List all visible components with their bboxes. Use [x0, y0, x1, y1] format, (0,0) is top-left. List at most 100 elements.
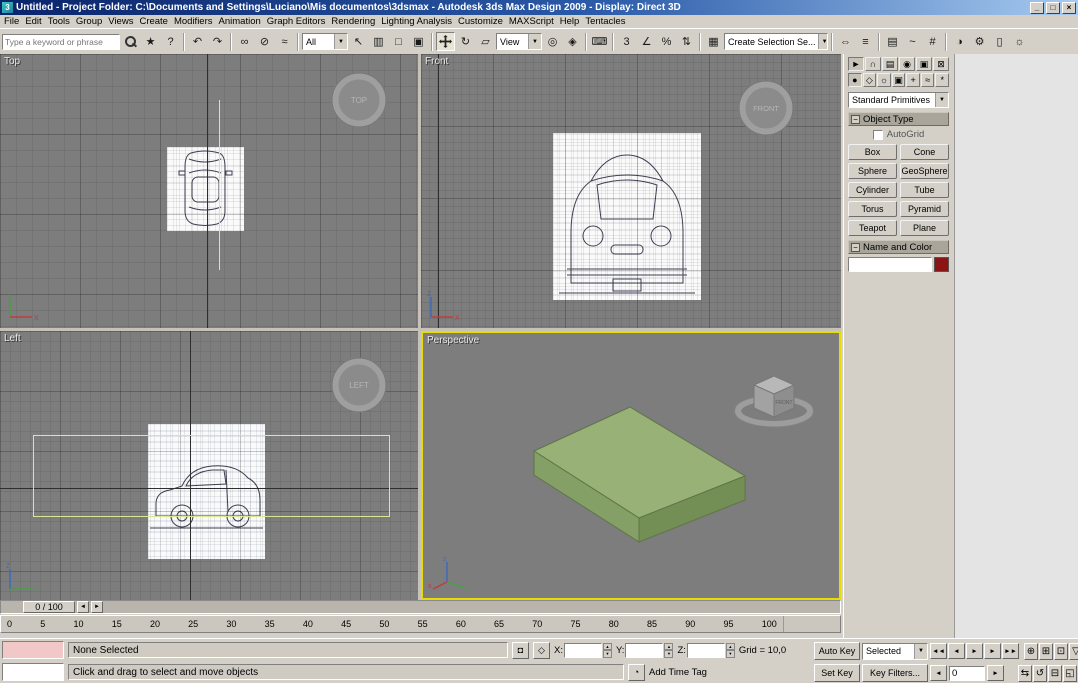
keyboard-override-icon[interactable]: ⌨	[590, 32, 609, 51]
track-bar[interactable]: 0 5 10 15 20 25 30 35 40 45 50 55 60 65 70 75 80 85 90 95 10…	[0, 615, 841, 633]
rendered-frame-icon[interactable]: ▯	[990, 32, 1009, 51]
maximize-button[interactable]: □	[1046, 1, 1060, 14]
primitives-dropdown[interactable]: Standard Primitives ▼	[848, 92, 949, 108]
current-frame-field[interactable]	[949, 665, 985, 681]
reference-coordinate-dropdown[interactable]: View ▼	[496, 33, 542, 50]
go-to-end-icon[interactable]: ►►	[1002, 643, 1019, 659]
viewcube-perspective[interactable]: FRONT	[731, 361, 817, 436]
primitive-button[interactable]: Pyramid	[900, 201, 949, 217]
select-by-name-icon[interactable]: ▥	[369, 32, 388, 51]
infocenter-search-input[interactable]	[2, 33, 120, 50]
viewcube-top[interactable]: TOP	[324, 72, 394, 135]
viewport-left[interactable]: Left LEFT Z Y	[0, 331, 418, 600]
minimize-button[interactable]: _	[1030, 1, 1044, 14]
z-coordinate-field[interactable]	[686, 642, 725, 658]
select-link-icon[interactable]: ∞	[235, 32, 254, 51]
arc-rotate-icon[interactable]: ↺	[1033, 664, 1047, 682]
selection-region-icon[interactable]: □	[389, 32, 408, 51]
zoom-extents-icon[interactable]: ⊡	[1054, 642, 1068, 660]
category-geometry-icon[interactable]: ●	[848, 73, 862, 87]
key-filters-button[interactable]: Key Filters...	[862, 664, 928, 682]
primitive-button[interactable]: Torus	[848, 201, 897, 217]
zoom-icon[interactable]: ⊕	[1024, 642, 1038, 660]
menu-item[interactable]: Group	[73, 16, 105, 27]
category-lights-icon[interactable]: ☼	[877, 73, 891, 87]
menu-item[interactable]: Tentacles	[582, 16, 628, 27]
select-move-icon[interactable]	[436, 32, 455, 51]
viewport-label-left[interactable]: Left	[4, 333, 21, 344]
menu-item[interactable]: Graph Editors	[264, 16, 329, 27]
align-icon[interactable]: ≡	[856, 32, 875, 51]
maximize-viewport-icon[interactable]: ◱	[1063, 664, 1077, 682]
menu-item[interactable]: Lighting Analysis	[378, 16, 455, 27]
menu-item[interactable]: Rendering	[328, 16, 378, 27]
object-name-input[interactable]	[848, 257, 932, 272]
select-object-icon[interactable]: ↖	[349, 32, 368, 51]
viewport-label-top[interactable]: Top	[4, 56, 20, 67]
tab-motion-icon[interactable]: ◉	[899, 57, 915, 71]
object-color-swatch[interactable]	[934, 257, 949, 272]
time-slider[interactable]: 0 / 100 ◄ ►	[0, 600, 841, 614]
render-setup-icon[interactable]: ⚙	[970, 32, 989, 51]
viewport-top[interactable]: Top TOP Y X	[0, 54, 418, 328]
menu-item[interactable]: Animation	[216, 16, 264, 27]
menu-item[interactable]: Views	[105, 16, 136, 27]
next-frame-arrow[interactable]: ►	[91, 601, 103, 613]
category-systems-icon[interactable]: *	[935, 73, 950, 87]
selection-set-dropdown[interactable]: Selected ▼	[862, 642, 928, 660]
spinner-icon[interactable]: ▲ ▼	[602, 642, 612, 658]
field-of-view-icon[interactable]: ▽	[1069, 642, 1078, 660]
primitive-button[interactable]: Cylinder	[848, 182, 897, 198]
category-shapes-icon[interactable]: ◇	[862, 73, 877, 87]
snap-toggle-icon[interactable]: 3	[617, 32, 636, 51]
spinner-icon[interactable]: ▲ ▼	[725, 642, 735, 658]
bind-spacewarp-icon[interactable]: ≈	[275, 32, 294, 51]
add-time-tag-label[interactable]: Add Time Tag	[649, 667, 707, 678]
y-coordinate-field[interactable]	[625, 642, 664, 658]
viewcube-left[interactable]: LEFT	[324, 357, 394, 420]
search-icon[interactable]	[121, 32, 140, 51]
selection-lock-icon[interactable]: ◘	[512, 641, 529, 659]
previous-frame-arrow[interactable]: ◄	[77, 601, 89, 613]
previous-frame-icon[interactable]: ◄	[948, 643, 965, 659]
menu-item[interactable]: Edit	[22, 16, 44, 27]
category-spacewarps-icon[interactable]: ≈	[920, 73, 935, 87]
help-icon[interactable]: ?	[161, 32, 180, 51]
menu-item[interactable]: Tools	[45, 16, 73, 27]
absolute-offset-icon[interactable]: ◇	[533, 641, 550, 659]
primitive-button[interactable]: Cone	[900, 144, 949, 160]
autogrid-checkbox[interactable]	[872, 129, 883, 140]
tab-modify-icon[interactable]: ∩	[865, 57, 881, 71]
pan-icon[interactable]: ⇆	[1018, 664, 1032, 682]
close-button[interactable]: ×	[1062, 1, 1076, 14]
viewcube-front[interactable]: FRONT	[731, 80, 801, 143]
primitive-button[interactable]: Tube	[900, 182, 949, 198]
primitive-button[interactable]: Plane	[900, 220, 949, 236]
named-selection-sets-icon[interactable]: ▦	[704, 32, 723, 51]
category-helpers-icon[interactable]: +	[906, 73, 920, 87]
menu-item[interactable]: Help	[557, 16, 583, 27]
set-key-button[interactable]: Set Key	[814, 664, 860, 682]
tab-hierarchy-icon[interactable]: ▤	[882, 57, 898, 71]
primitive-button[interactable]: Box	[848, 144, 897, 160]
time-tag-icon[interactable]: ◔	[628, 663, 645, 681]
unlink-icon[interactable]: ⊘	[255, 32, 274, 51]
select-scale-icon[interactable]: ▱	[476, 32, 495, 51]
next-key-icon[interactable]: ►	[987, 665, 1004, 681]
named-selection-dropdown[interactable]: Create Selection Se... ▼	[724, 33, 828, 50]
menu-item[interactable]: File	[1, 16, 22, 27]
use-center-icon[interactable]: ◎	[543, 32, 562, 51]
menu-item[interactable]: Customize	[455, 16, 506, 27]
time-slider-handle[interactable]: 0 / 100	[23, 601, 75, 613]
tab-utilities-icon[interactable]: ⊠	[933, 57, 949, 71]
primitive-button[interactable]: Sphere	[848, 163, 897, 179]
redo-icon[interactable]: ↷	[208, 32, 227, 51]
layer-manager-icon[interactable]: ▤	[883, 32, 902, 51]
viewport-front[interactable]: Front FRONT Z X	[421, 54, 841, 328]
play-icon[interactable]: ►	[966, 643, 983, 659]
undo-icon[interactable]: ↶	[188, 32, 207, 51]
curve-editor-icon[interactable]: ~	[903, 32, 922, 51]
quick-render-icon[interactable]: ☼	[1010, 32, 1029, 51]
object-type-rollout[interactable]: − Object Type	[848, 112, 949, 126]
mirror-icon[interactable]: ⇔	[836, 32, 855, 51]
